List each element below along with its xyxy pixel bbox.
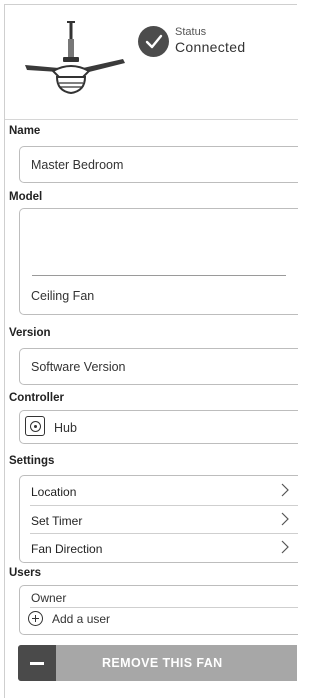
row-divider	[30, 505, 298, 506]
model-underline	[32, 275, 286, 276]
settings-list: Location Set Timer Fan Direction	[19, 475, 298, 563]
controller-field[interactable]: Hub	[19, 410, 298, 444]
user-owner[interactable]: Owner	[31, 591, 66, 605]
model-section-title: Model	[9, 191, 43, 203]
add-user-button[interactable]: Add a user	[52, 612, 110, 626]
minus-icon	[18, 645, 56, 681]
name-value: Master Bedroom	[31, 158, 124, 172]
version-value: Software Version	[31, 360, 126, 374]
users-section-title: Users	[9, 567, 41, 579]
settings-item-label: Set Timer	[31, 514, 83, 528]
checkmark-circle-icon	[138, 26, 169, 57]
settings-item-label: Location	[31, 485, 77, 499]
controller-section-title: Controller	[9, 392, 64, 404]
chevron-right-icon	[281, 540, 289, 554]
ceiling-fan-icon	[25, 21, 125, 95]
name-field[interactable]: Master Bedroom	[19, 146, 298, 183]
settings-item-location[interactable]: Location	[20, 479, 299, 503]
version-section-title: Version	[9, 327, 51, 339]
settings-item-label: Fan Direction	[31, 542, 103, 556]
row-divider	[30, 533, 298, 534]
divider	[5, 119, 298, 120]
remove-fan-button[interactable]: REMOVE THIS FAN	[18, 645, 297, 681]
settings-item-fan-direction[interactable]: Fan Direction	[20, 536, 299, 560]
remove-fan-label: REMOVE THIS FAN	[102, 656, 223, 670]
device-header: Status Connected	[5, 5, 298, 109]
hub-icon	[25, 416, 45, 436]
controller-value: Hub	[54, 421, 77, 435]
plus-circle-icon[interactable]	[28, 611, 43, 626]
model-value: Ceiling Fan	[31, 289, 95, 303]
settings-item-set-timer[interactable]: Set Timer	[20, 508, 299, 532]
chevron-right-icon	[281, 483, 289, 497]
users-list: Owner Add a user	[19, 585, 298, 635]
model-field[interactable]: Ceiling Fan	[19, 208, 298, 315]
status-label: Status	[175, 26, 207, 38]
device-detail-panel: Status Connected Name Master Bedroom Mod…	[4, 4, 298, 698]
status-value: Connected	[175, 39, 246, 55]
settings-section-title: Settings	[9, 455, 55, 467]
chevron-right-icon	[281, 512, 289, 526]
row-divider	[30, 607, 298, 608]
name-section-title: Name	[9, 125, 41, 137]
version-field[interactable]: Software Version	[19, 348, 298, 385]
